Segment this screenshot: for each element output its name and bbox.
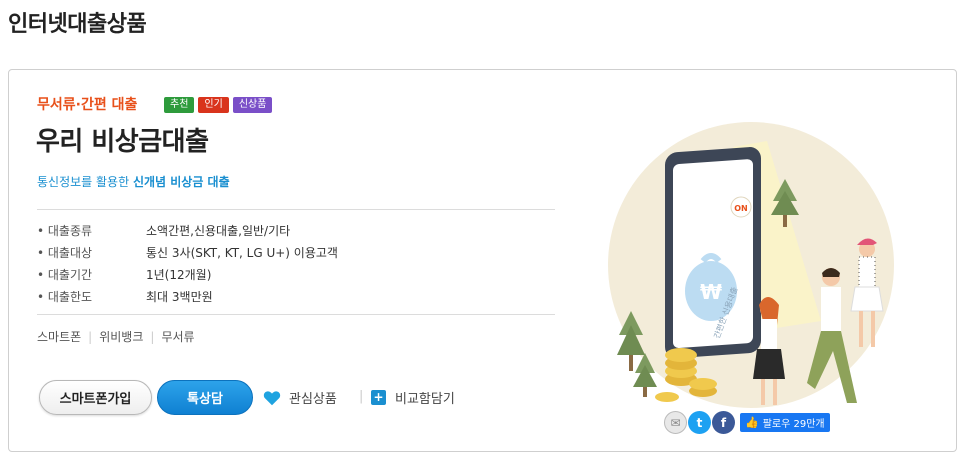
divider-bottom [37,314,555,315]
info-row-type: • 대출종류 소액간편,신용대출,일반/기타 [37,219,555,241]
page-title: 인터넷대출상품 [8,12,147,37]
add-to-compare-link[interactable]: + 비교함담기 [371,388,455,407]
info-value: 1년(12개월) [146,267,212,282]
thumbs-up-icon: 👍 [745,416,759,429]
tag-separator: | [88,329,93,344]
money-symbol: ₩ [700,280,722,304]
badge-new: 신상품 [232,97,273,113]
talk-consult-button[interactable]: 톡상담 [157,380,253,415]
info-key: • 대출한도 [37,289,93,304]
info-key: • 대출기간 [37,267,93,282]
product-info-list: • 대출종류 소액간편,신용대출,일반/기타 • 대출대상 통신 3사(SKT,… [37,219,555,307]
tag-item[interactable]: 위비뱅크 [99,328,143,345]
info-row-target: • 대출대상 통신 3사(SKT, KT, LG U+) 이용고객 [37,241,555,263]
favorite-label: 관심상품 [289,392,337,407]
tagline-highlight: 신개념 비상금 대출 [132,175,230,189]
social-share-bar: ✉ t f 👍 팔로우 29만개 [664,411,830,434]
favorite-product-link[interactable]: 관심상품 | [263,388,363,407]
heart-icon [263,390,281,405]
info-value: 최대 3백만원 [146,289,213,304]
compare-label: 비교함담기 [395,392,455,407]
badge-popular: 인기 [198,97,229,113]
keyword-tags: 스마트폰 | 위비뱅크 | 무서류 [37,328,195,345]
phone-icon: ₩ 간편한 신용대출 [665,147,761,359]
tag-item[interactable]: 무서류 [161,328,194,345]
facebook-follow-button[interactable]: 👍 팔로우 29만개 [740,413,830,432]
info-row-limit: • 대출한도 최대 3백만원 [37,285,555,307]
info-value: 통신 3사(SKT, KT, LG U+) 이용고객 [146,245,338,260]
product-card: 무서류·간편 대출 추천 인기 신상품 우리 비상금대출 통신정보를 활용한 신… [8,69,957,452]
twitter-icon[interactable]: t [688,411,711,434]
tag-separator: | [150,329,155,344]
smartphone-apply-button[interactable]: 스마트폰가입 [39,380,152,415]
plus-icon: + [371,390,386,405]
loan-illustration: ₩ 간편한 신용대출 ON [608,122,894,408]
info-value: 소액간편,신용대출,일반/기타 [146,223,291,238]
tagline-prefix: 통신정보를 활용한 [37,175,133,189]
action-separator: | [359,389,364,404]
tag-item[interactable]: 스마트폰 [37,328,81,345]
info-key: • 대출대상 [37,245,93,260]
product-name: 우리 비상금대출 [36,127,209,157]
badge-group: 추천 인기 신상품 [164,97,273,113]
mail-icon[interactable]: ✉ [664,411,687,434]
facebook-icon[interactable]: f [712,411,735,434]
phone-on-badge: ON [734,204,748,213]
divider-top [37,209,555,210]
product-tagline: 통신정보를 활용한 신개념 비상금 대출 [37,173,230,190]
info-row-period: • 대출기간 1년(12개월) [37,263,555,285]
badge-recommended: 추천 [164,97,195,113]
follow-label: 팔로우 29만개 [762,419,825,430]
product-category: 무서류·간편 대출 [37,97,138,113]
info-key: • 대출종류 [37,223,93,238]
